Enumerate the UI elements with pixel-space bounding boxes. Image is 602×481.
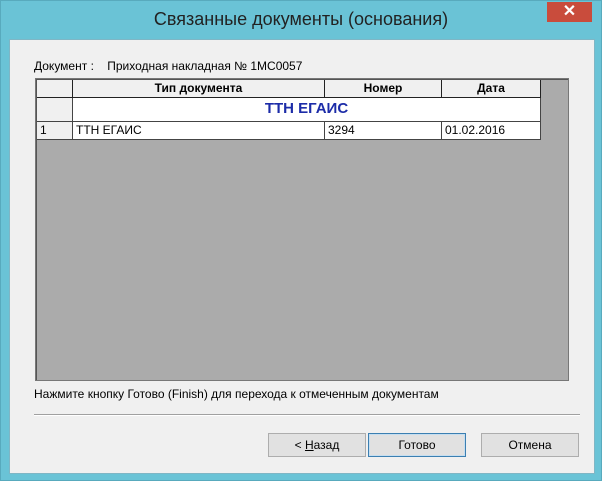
row-number: 1: [37, 122, 73, 140]
window-title: Связанные документы (основания): [153, 9, 449, 29]
column-header-indicator[interactable]: [37, 80, 73, 98]
column-header-number[interactable]: Номер: [325, 80, 442, 98]
hint-text: Нажмите кнопку Готово (Finish) для перех…: [34, 387, 439, 401]
back-mnemonic: Н: [304, 438, 314, 452]
grid-header-row: Тип документа Номер Дата: [37, 80, 541, 98]
documents-grid[interactable]: Тип документа Номер Дата ТТН ЕГАИС 1 ТТН…: [35, 78, 569, 381]
row-document-type[interactable]: ТТН ЕГАИС: [73, 122, 325, 140]
group-row[interactable]: ТТН ЕГАИС: [37, 98, 541, 122]
group-indicator: [37, 98, 73, 122]
document-label: Документ :: [34, 59, 94, 73]
back-prefix: <: [294, 438, 305, 452]
column-header-type[interactable]: Тип документа: [73, 80, 325, 98]
row-document-date[interactable]: 01.02.2016: [442, 122, 541, 140]
cancel-button[interactable]: Отмена: [481, 433, 579, 457]
separator: [34, 414, 580, 416]
dialog-window: Связанные документы (основания) ✕ Докуме…: [0, 0, 602, 481]
done-button[interactable]: Готово: [368, 433, 466, 457]
back-button[interactable]: < Назад: [268, 433, 366, 457]
column-header-date[interactable]: Дата: [442, 80, 541, 98]
document-value: Приходная накладная № 1МС0057: [107, 59, 303, 73]
dialog-client-area: Документ : Приходная накладная № 1МС0057…: [9, 39, 595, 474]
back-label: азад: [313, 438, 340, 452]
table-row[interactable]: 1 ТТН ЕГАИС 3294 01.02.2016: [37, 122, 541, 140]
group-title: ТТН ЕГАИС: [73, 98, 541, 122]
close-icon[interactable]: ✕: [547, 2, 592, 22]
row-document-number[interactable]: 3294: [325, 122, 442, 140]
title-bar[interactable]: Связанные документы (основания) ✕: [1, 1, 601, 39]
document-info: Документ : Приходная накладная № 1МС0057: [34, 59, 302, 73]
